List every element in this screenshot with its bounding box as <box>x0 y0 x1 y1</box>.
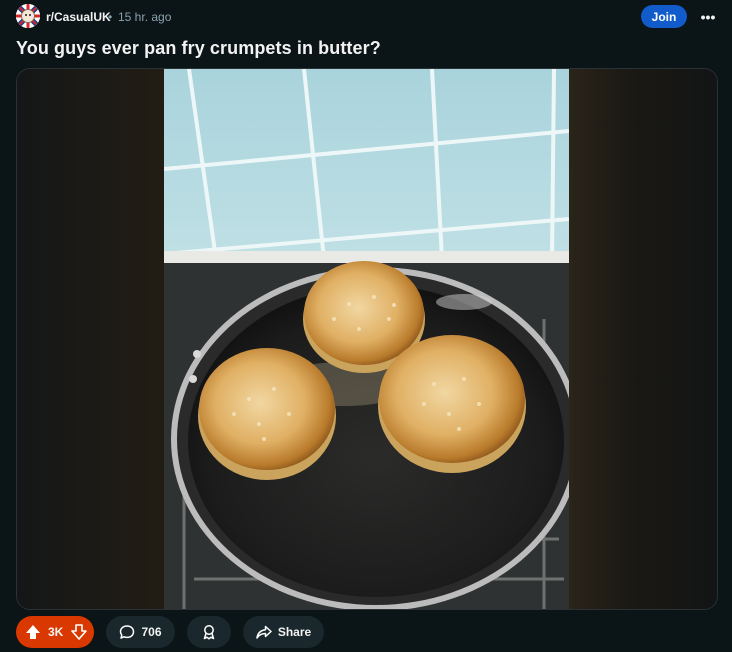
post-actions: 3K 706 Share <box>0 616 732 650</box>
post-image[interactable] <box>164 69 569 609</box>
meta-separator: • <box>108 10 113 24</box>
post-header: r/CasualUK • 15 hr. ago Join ••• <box>0 0 732 34</box>
post-media[interactable] <box>16 68 718 610</box>
share-icon <box>256 624 272 640</box>
comment-count: 706 <box>141 625 162 639</box>
vote-control: 3K <box>16 616 94 648</box>
comment-icon <box>119 624 135 640</box>
downvote-icon[interactable] <box>71 624 88 640</box>
award-icon <box>201 624 217 640</box>
more-options-button[interactable]: ••• <box>697 5 719 28</box>
join-button[interactable]: Join <box>641 5 687 28</box>
share-button[interactable]: Share <box>243 616 324 648</box>
post-title[interactable]: You guys ever pan fry crumpets in butter… <box>16 38 381 59</box>
share-label: Share <box>277 625 312 639</box>
more-icon: ••• <box>700 8 716 25</box>
comments-button[interactable]: 706 <box>106 616 175 648</box>
vote-score: 3K <box>48 625 64 639</box>
subreddit-avatar[interactable] <box>16 4 40 28</box>
subreddit-name[interactable]: r/CasualUK <box>46 10 111 24</box>
upvote-icon[interactable] <box>25 624 41 640</box>
post-timestamp: 15 hr. ago <box>118 10 172 24</box>
award-button[interactable] <box>187 616 231 648</box>
media-blur-left <box>17 69 165 609</box>
media-blur-right <box>569 69 717 609</box>
